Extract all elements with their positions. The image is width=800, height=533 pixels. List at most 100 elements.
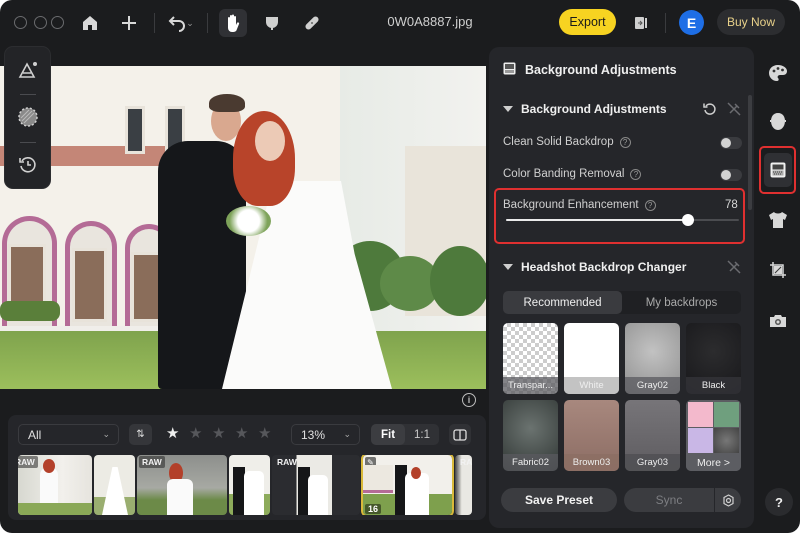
swatch-pink [688,402,713,427]
backdrop-fabric02[interactable]: Fabric02 [503,400,558,471]
more-link[interactable]: More > [686,454,741,471]
brush-disabled-icon[interactable] [727,260,741,279]
thumbnail[interactable]: RAW [455,455,472,515]
background-enhancement-value: 78 [725,199,738,211]
backdrop-label: Gray02 [625,377,680,394]
section-background-adjustments-header[interactable]: Background Adjustments [503,102,667,116]
background-enhancement-text: Background Enhancement [503,199,639,211]
raw-badge: RAW [460,457,472,467]
backdrop-black[interactable]: Black [686,323,741,394]
backdrop-transparent[interactable]: Transpar... [503,323,558,394]
bandage-icon[interactable] [299,10,325,36]
face-icon[interactable] [766,110,790,134]
background-icon [503,62,516,78]
toolbar-divider [207,13,208,33]
color-banding-removal-toggle[interactable] [720,169,742,181]
backdrop-gray03[interactable]: Gray03 [625,400,680,471]
thumbnail[interactable]: RAW [18,455,92,515]
help-circle-icon[interactable]: ? [630,168,642,180]
zoom-window-button[interactable] [51,16,64,29]
backdrop-label: Black [686,377,741,394]
plus-icon[interactable] [116,10,142,36]
zoom-dropdown[interactable]: 13% ⌄ [291,424,360,445]
compare-view-icon[interactable] [449,424,471,445]
minimize-window-button[interactable] [34,16,47,29]
filmstrip: RAW RAW RAW ✎ 16 RA [18,455,472,515]
zoom-mode-toggle: Fit 1:1 [371,424,439,445]
chevron-down-icon[interactable]: ⌄ [183,10,197,36]
home-icon[interactable] [77,10,103,36]
crop-icon[interactable] [766,258,790,282]
wedding-photo [0,66,486,389]
backdrop-more[interactable]: More > [686,400,741,471]
selection-circle-icon[interactable] [15,104,41,130]
sync-settings-icon[interactable] [715,488,741,512]
chevron-down-icon: ⌄ [343,429,351,439]
save-preset-button[interactable]: Save Preset [501,488,617,512]
background-icon[interactable] [766,158,790,182]
user-avatar[interactable]: E [679,10,704,35]
tool-divider [20,142,36,143]
adjustments-panel: Background Adjustments Background Adjust… [489,47,754,528]
backdrop-white[interactable]: White [564,323,619,394]
help-circle-icon[interactable]: ? [644,199,656,211]
backdrop-gray02[interactable]: Gray02 [625,323,680,394]
backdrop-label: Gray03 [625,454,680,471]
tab-my-backdrops[interactable]: My backdrops [622,291,741,314]
background-enhancement-slider[interactable] [506,214,739,226]
palette-icon[interactable] [766,61,790,85]
section-headshot-backdrop-header[interactable]: Headshot Backdrop Changer [503,260,686,274]
chevron-down-icon: ⌄ [102,429,110,439]
photo-canvas[interactable] [0,66,486,389]
export-button[interactable]: Export [559,9,616,35]
collapse-triangle-icon [503,106,513,112]
tab-recommended[interactable]: Recommended [503,291,622,314]
clean-solid-backdrop-text: Clean Solid Backdrop [503,136,614,148]
brush-disabled-icon[interactable] [727,102,741,121]
mask-brush-icon[interactable] [259,10,285,36]
help-button[interactable]: ? [765,488,793,516]
filter-dropdown[interactable]: All ⌄ [18,424,119,445]
fit-button[interactable]: Fit [371,424,405,445]
hand-icon[interactable] [219,9,247,37]
raw-badge: RAW [18,456,38,468]
close-window-button[interactable] [14,16,27,29]
thumbnail[interactable] [94,455,135,515]
panel-title: Background Adjustments [525,63,677,77]
backdrop-brown03[interactable]: Brown03 [564,400,619,471]
rating-star-2[interactable]: ★ [189,424,202,442]
camera-icon[interactable] [766,308,790,332]
panel-toggle-icon[interactable] [628,10,654,36]
clean-solid-backdrop-toggle[interactable] [720,137,742,149]
thumbnail[interactable] [229,455,270,515]
rating-star-5[interactable]: ★ [258,424,271,442]
reset-icon[interactable] [703,102,717,121]
left-tool-palette [5,47,50,188]
thumbnail[interactable]: RAW [137,455,227,515]
thumbnail-selected[interactable]: ✎ 16 [363,455,452,515]
section-title: Headshot Backdrop Changer [521,260,687,274]
help-circle-icon[interactable]: ? [619,136,631,148]
section-title: Background Adjustments [521,102,667,116]
rating-star-1[interactable]: ★ [166,424,179,442]
one-to-one-button[interactable]: 1:1 [405,424,439,445]
panel-header: Background Adjustments [503,62,677,78]
toolbar-divider [154,13,155,33]
raw-badge: RAW [139,456,165,468]
file-name: 0W0A8887.jpg [387,14,473,29]
slider-thumb[interactable] [681,214,694,226]
rating-star-3[interactable]: ★ [212,424,225,442]
highlight-box [494,188,745,244]
buy-now-button[interactable]: Buy Now [717,9,785,35]
clean-solid-backdrop-label: Clean Solid Backdrop ? [503,136,631,148]
sync-button[interactable]: Sync [624,488,714,512]
panel-scrollbar[interactable] [748,95,752,210]
swatch-green [714,402,739,427]
thumbnail[interactable]: RAW [272,455,360,515]
info-icon[interactable]: i [462,393,476,407]
adjust-triangle-icon[interactable] [15,57,41,83]
shirt-icon[interactable] [766,208,790,232]
sort-button[interactable]: ⇅ [129,424,152,445]
history-icon[interactable] [15,152,41,178]
rating-star-4[interactable]: ★ [235,424,248,442]
